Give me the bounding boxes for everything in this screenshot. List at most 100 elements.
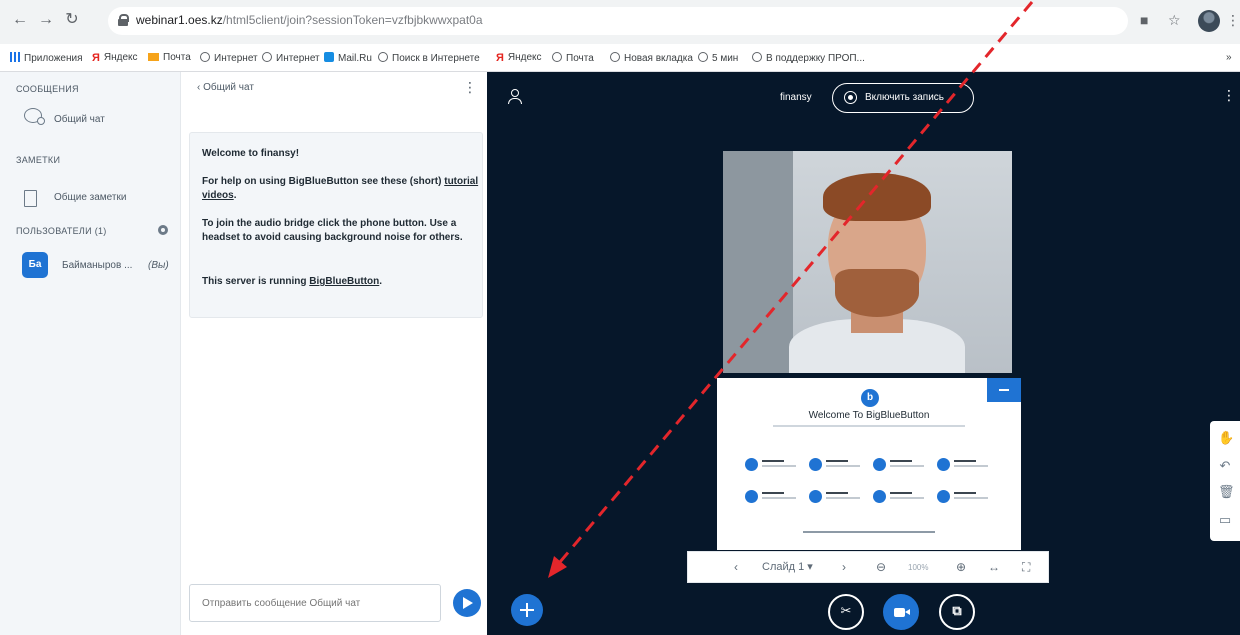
star-icon[interactable]: ☆ — [1168, 12, 1181, 29]
more-vertical-icon[interactable]: ⋮ — [463, 80, 477, 94]
bookmark-internet-1[interactable]: Интернет — [200, 52, 258, 64]
chat-bubble-icon — [24, 108, 45, 125]
slide-feature — [809, 458, 869, 474]
address-bar[interactable]: webinar1.oes.kz/html5client/join?session… — [108, 7, 1128, 35]
zoom-in-icon[interactable]: ⊕ — [956, 560, 966, 574]
url-text: webinar1.oes.kz/html5client/join?session… — [136, 13, 483, 27]
plus-icon[interactable] — [511, 594, 543, 626]
next-slide-icon[interactable]: › — [842, 560, 846, 574]
globe-icon — [552, 52, 562, 62]
slide-feature — [745, 458, 805, 474]
globe-icon — [262, 52, 272, 62]
previous-slide-icon[interactable]: ‹ — [734, 560, 738, 574]
bookmarks-bar: Приложения Я Яндекс Почта Интернет Интерн… — [0, 44, 1240, 72]
bookmark-5min[interactable]: 5 мин — [698, 52, 738, 64]
globe-icon — [752, 52, 762, 62]
record-label: Включить запись — [865, 92, 944, 103]
trash-icon[interactable]: 🗑 — [1218, 485, 1235, 499]
webcam-video — [723, 151, 1012, 373]
bigbluebutton-logo: b — [861, 389, 879, 407]
notes-icon — [24, 190, 37, 207]
slide-select[interactable]: Слайд 1 ▾ — [762, 560, 813, 573]
send-button[interactable] — [453, 589, 481, 617]
apps-grid-icon — [10, 52, 20, 62]
slide-feature — [937, 490, 997, 506]
screenshare-button[interactable]: ⧉ — [939, 594, 975, 630]
user-name: Байманыров ... — [62, 260, 133, 271]
globe-icon — [378, 52, 388, 62]
browser-menu-icon[interactable]: ⋮ — [1226, 12, 1240, 29]
globe-icon — [610, 52, 620, 62]
userlist-panel: СООБЩЕНИЯ Общий чат ЗАМЕТКИ Общие заметк… — [0, 72, 180, 635]
record-button[interactable]: Включить запись — [832, 83, 974, 113]
chat-back-button[interactable]: ‹ Общий чат — [197, 82, 254, 93]
meeting-name: finansy — [780, 92, 812, 103]
lock-icon — [118, 14, 129, 26]
bookmark-yandex[interactable]: Я Яндекс — [92, 52, 138, 64]
notes-section-title: ЗАМЕТКИ — [16, 155, 61, 165]
chat-message-input[interactable] — [189, 584, 441, 622]
profile-avatar[interactable] — [1198, 10, 1220, 32]
bookmark-apps[interactable]: Приложения — [10, 52, 83, 64]
zoom-out-icon[interactable]: ⊖ — [876, 560, 886, 574]
fullscreen-icon[interactable]: ⛶ — [1022, 560, 1030, 575]
camera-indicator-icon[interactable]: ■ — [1140, 12, 1148, 28]
multi-user-whiteboard-icon[interactable]: ▭ — [1218, 513, 1232, 527]
welcome-title: Welcome to finansy! — [202, 148, 300, 159]
send-icon — [463, 597, 473, 609]
audio-icon: ✂ — [840, 603, 852, 618]
forward-arrow-icon[interactable]: → — [36, 10, 56, 30]
bookmark-support[interactable]: В поддержку ПРОП... — [752, 52, 865, 64]
slide-title: Welcome To BigBlueButton — [808, 410, 930, 421]
undo-icon[interactable]: ↶ — [1218, 459, 1232, 473]
bookmark-mail[interactable]: Почта — [148, 52, 191, 63]
bookmark-search[interactable]: Поиск в Интернете — [378, 52, 480, 64]
audio-help-text: To join the audio bridge click the phone… — [202, 218, 463, 243]
globe-icon — [698, 52, 708, 62]
gear-icon[interactable] — [158, 225, 168, 235]
bookmarks-overflow[interactable]: » — [1226, 52, 1232, 63]
shared-notes-label: Общие заметки — [54, 192, 127, 203]
welcome-message: Welcome to finansy! For help on using Bi… — [189, 132, 483, 318]
slide-feature — [937, 458, 997, 474]
yandex-icon: Я — [496, 52, 504, 64]
mailru-icon — [324, 52, 334, 62]
screenshare-icon: ⧉ — [952, 603, 962, 618]
audio-button[interactable]: ✂ — [828, 594, 864, 630]
users-section-title: ПОЛЬЗОВАТЕЛИ (1) — [16, 226, 107, 236]
slide-feature — [873, 490, 933, 506]
slide-feature — [809, 490, 869, 506]
server-info-text: This server is running BigBlueButton. — [202, 276, 383, 287]
user-icon[interactable] — [508, 89, 522, 104]
slide-feature — [745, 490, 805, 506]
back-arrow-icon[interactable]: ← — [10, 10, 30, 30]
bookmark-mail-2[interactable]: Почта — [552, 52, 594, 64]
bookmark-new-tab[interactable]: Новая вкладка — [610, 52, 693, 64]
bigbluebutton-link[interactable]: BigBlueButton — [309, 276, 379, 287]
presentation-slide: b Welcome To BigBlueButton — [717, 378, 1021, 550]
help-text: For help on using BigBlueButton see thes… — [202, 176, 479, 201]
zoom-level[interactable]: 100% — [908, 563, 928, 572]
fit-width-icon[interactable]: ↔ — [988, 560, 1000, 574]
chat-header-title: Общий чат — [203, 82, 254, 93]
browser-toolbar: ← → ↻ webinar1.oes.kz/html5client/join?s… — [0, 0, 1240, 44]
yandex-icon: Я — [92, 52, 100, 64]
chat-panel: ‹ Общий чат ⋮ Welcome to finansy! For he… — [180, 72, 487, 635]
hand-tool-icon[interactable]: ✋ — [1218, 431, 1234, 445]
bookmark-mailru[interactable]: Mail.Ru — [324, 52, 372, 64]
video-camera-icon — [894, 608, 910, 617]
bookmark-yandex-2[interactable]: Я Яндекс — [496, 52, 542, 64]
public-chat-label: Общий чат — [54, 114, 105, 125]
presentation-area: finansy Включить запись ⋮ b Welcome To B… — [487, 72, 1240, 635]
slide-feature — [873, 458, 933, 474]
reload-icon[interactable]: ↻ — [62, 10, 82, 30]
user-avatar: Ба — [22, 252, 48, 278]
mail-icon — [148, 53, 159, 61]
bookmark-internet-2[interactable]: Интернет — [262, 52, 320, 64]
video-button[interactable] — [883, 594, 919, 630]
minimize-presentation-button[interactable] — [987, 378, 1021, 402]
record-icon — [844, 91, 857, 104]
options-menu-icon[interactable]: ⋮ — [1222, 88, 1236, 102]
slide-controls: ‹ Слайд 1 ▾ › ⊖ 100% ⊕ ↔ ⛶ — [687, 551, 1049, 583]
globe-icon — [200, 52, 210, 62]
